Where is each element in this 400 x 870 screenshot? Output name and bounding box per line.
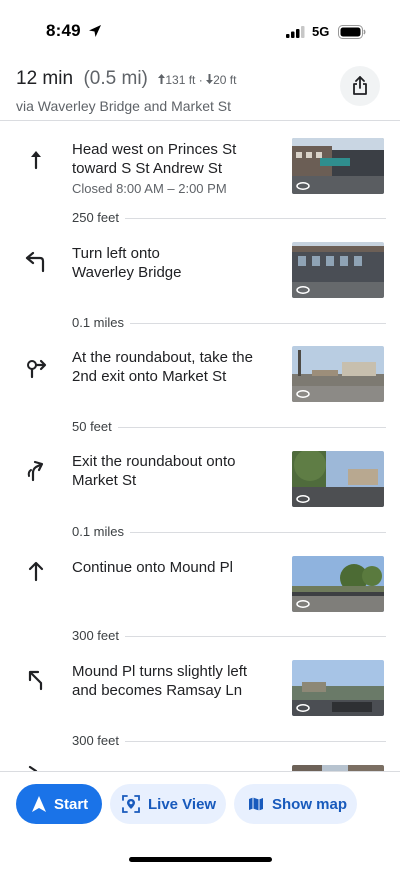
step-instruction: Turn left onto Waverley Bridge bbox=[72, 244, 282, 282]
route-via: via Waverley Bridge and Market St bbox=[16, 98, 232, 114]
start-button[interactable]: Start bbox=[16, 784, 102, 824]
distance-label: 0.1 miles bbox=[72, 315, 131, 330]
street-view-thumbnail[interactable] bbox=[292, 138, 384, 194]
step-line: Market St bbox=[72, 472, 137, 489]
straight-arrow-icon bbox=[31, 151, 41, 170]
step-distance: 300 feet bbox=[72, 628, 400, 644]
step-line: At the roundabout, take the bbox=[72, 349, 253, 366]
distance-label: 300 feet bbox=[72, 628, 125, 643]
show-map-button[interactable]: Show map bbox=[234, 784, 357, 824]
step-line: Head west on Princes St bbox=[72, 141, 237, 158]
360-view-icon bbox=[296, 390, 310, 398]
turn-left-icon bbox=[25, 251, 45, 273]
home-indicator[interactable] bbox=[129, 857, 272, 862]
status-bar: 8:49 5G bbox=[0, 0, 400, 60]
start-button-label: Start bbox=[54, 795, 89, 813]
step-instruction: Head west on Princes St toward S St Andr… bbox=[72, 140, 282, 198]
exit-roundabout-icon bbox=[27, 460, 44, 482]
direction-step[interactable] bbox=[0, 757, 400, 771]
step-instruction: Continue onto Mound Pl bbox=[72, 558, 282, 577]
show-map-button-label: Show map bbox=[272, 795, 348, 813]
directions-list[interactable]: Head west on Princes St toward S St Andr… bbox=[0, 121, 400, 771]
step-line: Waverley Bridge bbox=[72, 264, 182, 281]
route-distance: (0.5 mi) bbox=[83, 68, 148, 89]
step-line: Continue onto Mound Pl bbox=[72, 559, 233, 576]
live-view-button[interactable]: Live View bbox=[110, 784, 226, 824]
map-icon bbox=[249, 797, 263, 811]
step-instruction: At the roundabout, take the 2nd exit ont… bbox=[72, 348, 282, 386]
distance-divider bbox=[72, 427, 386, 428]
elevation-info: 131 ft · 20 ft bbox=[158, 73, 236, 87]
share-button[interactable] bbox=[340, 66, 380, 106]
step-line: Mound Pl turns slightly left bbox=[72, 663, 248, 680]
step-distance: 300 feet bbox=[72, 733, 400, 749]
ascent-value: 131 ft bbox=[165, 73, 196, 87]
descent-value: 20 ft bbox=[213, 73, 237, 87]
step-distance: 0.1 miles bbox=[72, 315, 400, 331]
step-distance: 50 feet bbox=[72, 419, 400, 435]
distance-label: 300 feet bbox=[72, 733, 125, 748]
step-instruction: Mound Pl turns slightly left and becomes… bbox=[72, 662, 282, 700]
360-view-icon bbox=[296, 182, 310, 190]
step-line: Turn left onto bbox=[72, 245, 160, 262]
distance-label: 50 feet bbox=[72, 419, 118, 434]
network-type: 5G bbox=[312, 24, 330, 39]
share-icon bbox=[353, 76, 367, 95]
street-view-thumbnail[interactable] bbox=[292, 242, 384, 298]
360-view-icon bbox=[296, 704, 310, 712]
step-line: and becomes Ramsay Ln bbox=[72, 682, 243, 699]
live-view-icon bbox=[122, 795, 140, 813]
route-summary: 12 min (0.5 mi) 131 ft · 20 ft via Waver… bbox=[0, 62, 400, 120]
street-view-thumbnail[interactable] bbox=[292, 660, 384, 716]
step-line: Exit the roundabout onto bbox=[72, 453, 236, 470]
distance-label: 0.1 miles bbox=[72, 524, 131, 539]
location-arrow-icon bbox=[89, 25, 101, 37]
route-duration: 12 min bbox=[16, 68, 74, 89]
descent-icon bbox=[206, 74, 214, 84]
battery-icon bbox=[338, 25, 366, 39]
cellular-signal-icon bbox=[286, 26, 305, 38]
360-view-icon bbox=[296, 600, 310, 608]
status-time: 8:49 bbox=[46, 21, 81, 40]
360-view-icon bbox=[296, 495, 310, 503]
step-line: 2nd exit onto Market St bbox=[72, 368, 227, 385]
roundabout-icon bbox=[27, 359, 47, 379]
step-instruction: Exit the roundabout onto Market St bbox=[72, 452, 282, 490]
step-hours-note: Closed 8:00 AM – 2:00 PM bbox=[72, 181, 227, 196]
elevation-separator: · bbox=[198, 73, 203, 87]
street-view-thumbnail[interactable] bbox=[292, 556, 384, 612]
step-line: toward S St Andrew St bbox=[72, 160, 223, 177]
bottom-action-bar: Start Live View Show map bbox=[0, 772, 400, 870]
route-summary-line: 12 min (0.5 mi) 131 ft · 20 ft bbox=[16, 68, 236, 90]
navigation-arrow-icon bbox=[32, 796, 46, 812]
step-distance: 250 feet bbox=[72, 210, 400, 226]
step-distance: 0.1 miles bbox=[72, 524, 400, 540]
slight-left-icon bbox=[28, 670, 43, 691]
street-view-thumbnail[interactable] bbox=[292, 346, 384, 402]
360-view-icon bbox=[296, 286, 310, 294]
live-view-button-label: Live View bbox=[148, 795, 217, 813]
street-view-thumbnail[interactable] bbox=[292, 451, 384, 507]
straight-arrow-icon bbox=[28, 561, 44, 582]
distance-label: 250 feet bbox=[72, 210, 125, 225]
